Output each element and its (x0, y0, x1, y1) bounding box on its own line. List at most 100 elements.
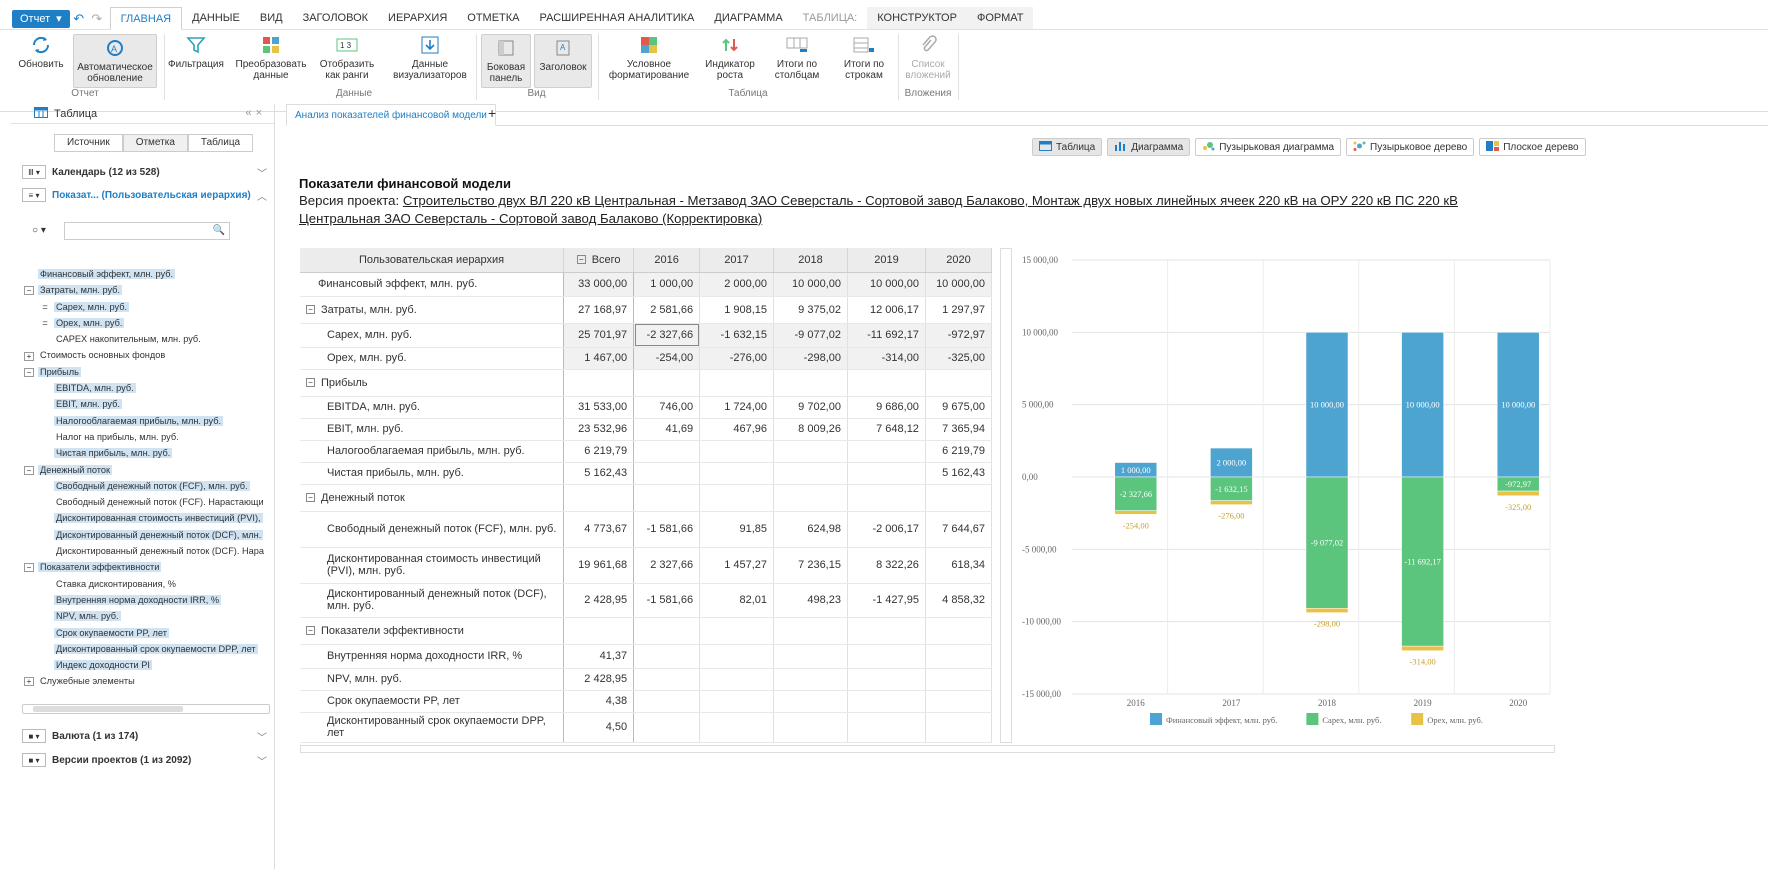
row-header[interactable]: Свободный денежный поток (FCF), млн. руб… (300, 511, 565, 548)
table-cell[interactable] (925, 617, 993, 645)
table-cell[interactable]: 8 322,26 (847, 547, 926, 584)
table-cell[interactable] (847, 644, 926, 669)
table-cell[interactable] (633, 644, 701, 669)
table-cell[interactable]: -1 581,66 (633, 583, 701, 618)
table-cell[interactable]: 2 327,66 (633, 547, 701, 584)
table-cell[interactable] (925, 690, 993, 713)
collapse-icon[interactable]: − (24, 465, 34, 475)
tree-node[interactable]: Дисконтированная стоимость инвестиций (P… (24, 510, 274, 526)
tree-node[interactable]: Внутренняя норма доходности IRR, % (24, 592, 274, 608)
bar-segment[interactable] (1496, 490, 1540, 497)
show-ranks-button[interactable]: 1 3 Отобразить как ранги (318, 34, 376, 81)
collapse-panel-icon[interactable]: « (245, 107, 255, 119)
dimension-currency[interactable]: ■ ▾ Валюта (1 из 174) ﹀ (22, 726, 267, 746)
row-header[interactable]: Opex, млн. руб. (300, 347, 565, 370)
tree-node[interactable]: NPV, млн. руб. (24, 608, 274, 624)
menu-tab-2[interactable]: ВИД (250, 7, 293, 29)
tree-node[interactable]: CAPEX накопительным, млн. руб. (24, 331, 274, 347)
menu-tab-4[interactable]: ИЕРАРХИЯ (378, 7, 457, 29)
table-cell[interactable]: 1 457,27 (699, 547, 775, 584)
scrollbar-thumb[interactable] (33, 706, 183, 712)
year-header[interactable]: 2017 (699, 248, 775, 273)
view-button-2[interactable]: Пузырьковая диаграмма (1195, 138, 1342, 156)
row-header[interactable]: − Прибыль (300, 369, 565, 397)
table-cell[interactable]: 41,69 (633, 418, 701, 441)
table-cell[interactable] (633, 617, 701, 645)
view-button-4[interactable]: Плоское дерево (1479, 138, 1586, 156)
table-cell[interactable] (699, 644, 775, 669)
table-cell[interactable]: 2 428,95 (563, 668, 635, 691)
row-header[interactable]: Дисконтированный денежный поток (DCF), м… (300, 583, 565, 618)
document-tab[interactable]: Анализ показателей финансовой модели (286, 104, 496, 126)
table-cell[interactable]: 10 000,00 (925, 272, 993, 297)
table-cell[interactable] (847, 712, 926, 743)
row-totals-button[interactable]: Итоги по строкам (836, 34, 892, 81)
year-header[interactable]: 2016 (633, 248, 701, 273)
bar-segment[interactable] (1210, 500, 1253, 505)
tree-node[interactable]: − Показатели эффективности (24, 559, 274, 575)
table-cell[interactable]: 467,96 (699, 418, 775, 441)
side-panel-button[interactable]: Боковая панель (481, 34, 531, 88)
table-cell[interactable] (773, 690, 848, 713)
collapse-icon[interactable]: − (24, 286, 34, 296)
table-cell[interactable]: 19 961,68 (563, 547, 635, 584)
refresh-button[interactable]: Обновить (18, 34, 64, 70)
row-header[interactable]: Финансовый эффект, млн. руб. (300, 272, 565, 297)
row-header[interactable]: Дисконтированная стоимость инвестиций (P… (300, 547, 565, 584)
dimension-menu-icon[interactable]: ≡ ▾ (22, 188, 46, 202)
table-cell[interactable]: 498,23 (773, 583, 848, 618)
tree-node[interactable]: Свободный денежный поток (FCF), млн. руб… (24, 478, 274, 494)
chevron-down-icon[interactable]: ﹀ (257, 753, 267, 768)
table-cell[interactable] (925, 668, 993, 691)
table-cell[interactable]: 25 701,97 (563, 323, 635, 348)
attachments-button[interactable]: Список вложений (902, 34, 954, 81)
table-cell[interactable]: 5 162,43 (925, 462, 993, 485)
table-cell[interactable]: 41,37 (563, 644, 635, 669)
table-cell[interactable] (699, 369, 775, 397)
tree-node[interactable]: = Capex, млн. руб. (24, 299, 274, 315)
expand-icon[interactable]: + (24, 677, 34, 687)
tree-node[interactable]: Свободный денежный поток (FCF). Нарастаю… (24, 494, 274, 510)
table-cell[interactable]: -1 632,15 (699, 323, 775, 348)
row-header[interactable]: − Денежный поток (300, 484, 565, 512)
table-cell[interactable]: -325,00 (925, 347, 993, 370)
menu-tab-8[interactable]: ТАБЛИЦА: (793, 7, 868, 29)
table-cell[interactable]: 10 000,00 (847, 272, 926, 297)
table-cell[interactable] (699, 712, 775, 743)
table-cell[interactable]: 23 532,96 (563, 418, 635, 441)
table-cell[interactable] (773, 462, 848, 485)
chevron-up-icon[interactable]: ︿ (257, 188, 267, 203)
table-cell[interactable]: -276,00 (699, 347, 775, 370)
dimension-indicators[interactable]: ≡ ▾ Показат... (Пользовательская иерархи… (22, 185, 267, 205)
table-cell[interactable] (699, 668, 775, 691)
table-cell[interactable]: 4,50 (563, 712, 635, 743)
table-cell[interactable]: 5 162,43 (563, 462, 635, 485)
table-cell[interactable] (633, 440, 701, 463)
table-cell[interactable] (563, 369, 635, 397)
table-cell[interactable]: 4 773,67 (563, 511, 635, 548)
tree-node[interactable]: Ставка дисконтирования, % (24, 576, 274, 592)
table-cell[interactable]: 7 648,12 (847, 418, 926, 441)
table-cell[interactable]: 31 533,00 (563, 396, 635, 419)
tree-node[interactable]: Индекс доходности PI (24, 657, 274, 673)
panel-tab-1[interactable]: Отметка (122, 134, 188, 152)
table-cell[interactable]: 82,01 (699, 583, 775, 618)
table-cell[interactable]: 6 219,79 (925, 440, 993, 463)
table-cell[interactable] (773, 369, 848, 397)
tree-node[interactable]: + Служебные элементы (24, 673, 274, 689)
row-header[interactable]: − Показатели эффективности (300, 617, 565, 645)
header-button[interactable]: A Заголовок (534, 34, 592, 88)
row-header[interactable]: Capex, млн. руб. (300, 323, 565, 348)
table-cell[interactable]: 1 724,00 (699, 396, 775, 419)
table-cell[interactable] (925, 644, 993, 669)
table-cell[interactable] (699, 484, 775, 512)
redo-icon[interactable]: ↷ (88, 11, 106, 27)
table-cell[interactable]: 91,85 (699, 511, 775, 548)
table-cell[interactable] (773, 668, 848, 691)
table-cell[interactable] (699, 440, 775, 463)
table-cell[interactable] (847, 440, 926, 463)
collapse-icon[interactable]: − (306, 378, 315, 388)
menu-tab-6[interactable]: РАСШИРЕННАЯ АНАЛИТИКА (530, 7, 705, 29)
table-cell[interactable] (773, 440, 848, 463)
expand-icon[interactable]: + (24, 351, 34, 361)
